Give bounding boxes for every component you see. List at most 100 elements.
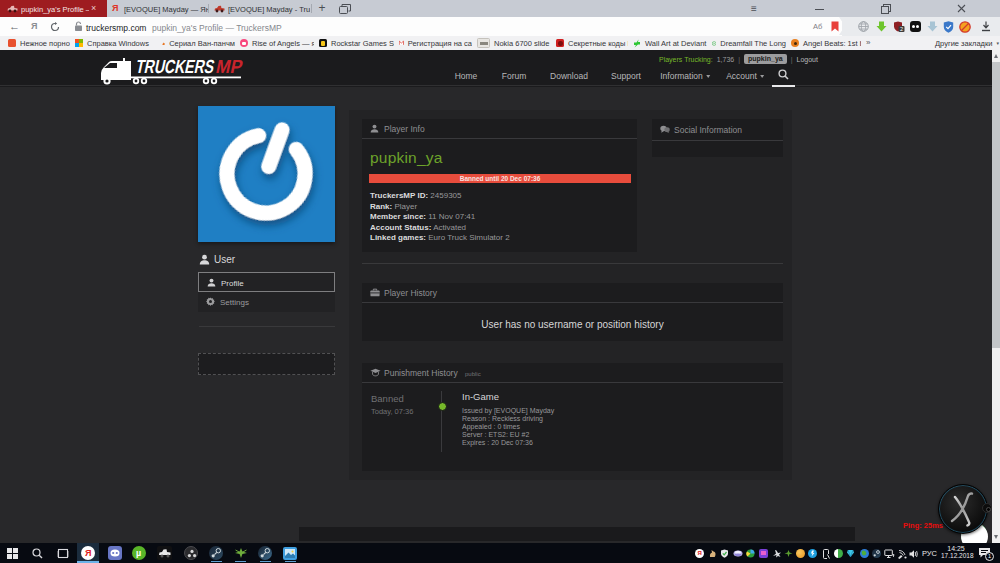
avatar[interactable] xyxy=(198,106,335,242)
bookmark-item[interactable]: Справка Windows xyxy=(75,36,157,50)
profile-username: pupkin_ya xyxy=(370,149,442,167)
tab-active-profile[interactable]: pupkin_ya's Profile — Tru × xyxy=(0,0,107,17)
search-button[interactable] xyxy=(772,64,795,87)
bookmark-item[interactable]: Регистрация на са xyxy=(399,36,472,50)
task-view-icon[interactable] xyxy=(57,548,69,559)
bookmark-item[interactable]: Rise of Angels — я xyxy=(240,36,314,50)
browser-menu-icon[interactable]: ≡ xyxy=(744,0,764,17)
tray-plane-icon[interactable] xyxy=(772,549,781,558)
username-badge[interactable]: pupkin_ya xyxy=(744,54,787,64)
tab-truckersmp-mayday[interactable]: [EVOQUE] Mayday - Trucker xyxy=(209,0,311,17)
taskbar-app-warthunder[interactable] xyxy=(234,547,248,559)
deviantart-icon xyxy=(633,39,641,48)
tray-icon[interactable] xyxy=(708,549,717,558)
sidebar-divider xyxy=(199,326,335,327)
scrollbar-thumb[interactable] xyxy=(992,62,1000,348)
downloads-icon[interactable] xyxy=(981,21,991,32)
sidebar-item-settings[interactable]: Settings xyxy=(198,292,335,312)
tab-list-icon[interactable] xyxy=(339,4,351,14)
ext-adblock-icon[interactable] xyxy=(959,21,971,33)
ext-domino-icon[interactable] xyxy=(910,21,921,32)
tray-icon[interactable] xyxy=(808,549,817,558)
bookmark-item[interactable]: Wall Art at Deviant xyxy=(633,36,707,50)
bookmarks-overflow-icon[interactable]: » xyxy=(866,38,870,47)
tray-globe-icon[interactable] xyxy=(860,549,869,558)
timeline-dot xyxy=(438,402,447,411)
taskbar-app-utorrent[interactable]: µ xyxy=(132,546,146,560)
volume-icon[interactable] xyxy=(909,549,918,558)
sidebar-item-profile[interactable]: Profile xyxy=(198,272,335,292)
site-security-icon[interactable] xyxy=(74,21,83,32)
overlay-x-button[interactable] xyxy=(938,484,988,534)
bookmark-item[interactable]: Rockstar Games So xyxy=(319,36,394,50)
ext-savefrom-icon[interactable] xyxy=(876,21,887,32)
punishment-date: Today, 07:36 xyxy=(371,407,413,416)
taskbar-app-yandex[interactable]: Я xyxy=(77,543,99,563)
bookmark-item[interactable]: Секретные коды N xyxy=(556,36,628,50)
nav-download[interactable]: Download xyxy=(550,71,588,81)
ext-globe-icon[interactable] xyxy=(858,21,869,32)
taskbar-app-steam[interactable] xyxy=(209,546,223,560)
language-indicator[interactable]: РУС xyxy=(922,549,937,558)
window-restore-icon[interactable] xyxy=(876,0,896,17)
translate-icon[interactable]: Aб xyxy=(813,22,822,31)
bookmark-item[interactable]: Сериал Ван-панчм xyxy=(162,36,235,50)
tray-icon[interactable] xyxy=(796,549,805,558)
window-close-icon[interactable] xyxy=(952,0,972,17)
windows-logo-icon xyxy=(75,39,83,47)
tray-steam-icon[interactable] xyxy=(872,549,881,558)
start-button[interactable] xyxy=(7,548,18,559)
new-tab-button[interactable]: + xyxy=(315,0,329,17)
webpage: TRUCKERS MP Players Trucking: 1,736 | pu… xyxy=(0,50,1000,543)
tray-icon[interactable] xyxy=(834,549,843,558)
taskbar-app-obs[interactable] xyxy=(184,546,198,560)
address-domain[interactable]: truckersmp.com xyxy=(86,23,146,33)
action-center-icon[interactable]: 1 xyxy=(978,547,991,559)
other-bookmarks-button[interactable]: Другие закладки ▾ xyxy=(935,36,999,50)
tray-phone-icon[interactable] xyxy=(822,549,831,558)
scrollbar-up-arrow[interactable] xyxy=(994,54,998,58)
nav-account[interactable]: Account xyxy=(726,71,764,81)
tray-yandex-icon[interactable]: Я xyxy=(695,549,704,558)
logout-link[interactable]: Logout xyxy=(797,56,818,63)
page-scrollbar[interactable] xyxy=(992,50,1000,543)
taskbar-clock[interactable]: 14:25 17.12.2018 xyxy=(941,545,971,559)
bookmark-flag-icon[interactable] xyxy=(831,21,839,32)
overlay-knob[interactable] xyxy=(982,503,992,513)
tray-shield-icon[interactable] xyxy=(720,549,729,558)
tray-wireless-icon[interactable] xyxy=(897,549,906,558)
reload-icon[interactable] xyxy=(50,22,60,32)
taskbar-app-truckersmp[interactable] xyxy=(157,546,172,560)
taskbar-app-steam-2[interactable] xyxy=(258,546,272,560)
window-minimize-icon[interactable] xyxy=(810,0,830,17)
bookmark-item[interactable]: Нежное порно с xyxy=(8,36,70,50)
user-icon xyxy=(370,124,379,133)
scrollbar-down-arrow[interactable] xyxy=(994,535,998,539)
tray-icon[interactable] xyxy=(733,549,742,558)
nav-forum[interactable]: Forum xyxy=(502,71,527,81)
tray-icon[interactable] xyxy=(759,549,768,558)
tray-bird-icon[interactable] xyxy=(784,549,793,558)
tray-icon[interactable] xyxy=(746,549,755,558)
social-info-header: Social Information xyxy=(652,119,783,141)
tray-network-icon[interactable] xyxy=(884,549,893,558)
ext-shield2-icon[interactable]: 2 xyxy=(893,21,905,33)
punishment-line: Server : ETS2: EU #2 xyxy=(462,431,529,438)
tab-close-icon[interactable]: × xyxy=(91,3,96,13)
yandex-home-icon[interactable]: Я xyxy=(31,21,37,31)
bookmark-item[interactable]: Nokia 6700 slide h xyxy=(477,36,551,50)
bookmark-item[interactable]: Dreamfall The Long xyxy=(712,36,786,50)
tray-icon[interactable] xyxy=(846,549,855,558)
taskbar-app-photos[interactable] xyxy=(283,547,297,560)
bookmark-item[interactable]: Angel Beats: 1st be xyxy=(791,36,861,50)
taskbar-search-icon[interactable] xyxy=(32,548,43,559)
nav-support[interactable]: Support xyxy=(611,71,641,81)
back-icon[interactable]: ← xyxy=(9,20,20,32)
ext-antivirus-shield-icon[interactable] xyxy=(943,21,954,33)
truckersmp-logo[interactable]: TRUCKERS MP xyxy=(93,54,253,86)
nav-home[interactable]: Home xyxy=(455,71,478,81)
taskbar-app-discord[interactable] xyxy=(108,546,122,560)
nav-information[interactable]: Information xyxy=(660,71,710,81)
ext-downloader-icon[interactable] xyxy=(927,21,938,32)
tab-yandex-mayday[interactable]: Я [EVOQUE] Mayday — Яндек xyxy=(107,0,208,17)
